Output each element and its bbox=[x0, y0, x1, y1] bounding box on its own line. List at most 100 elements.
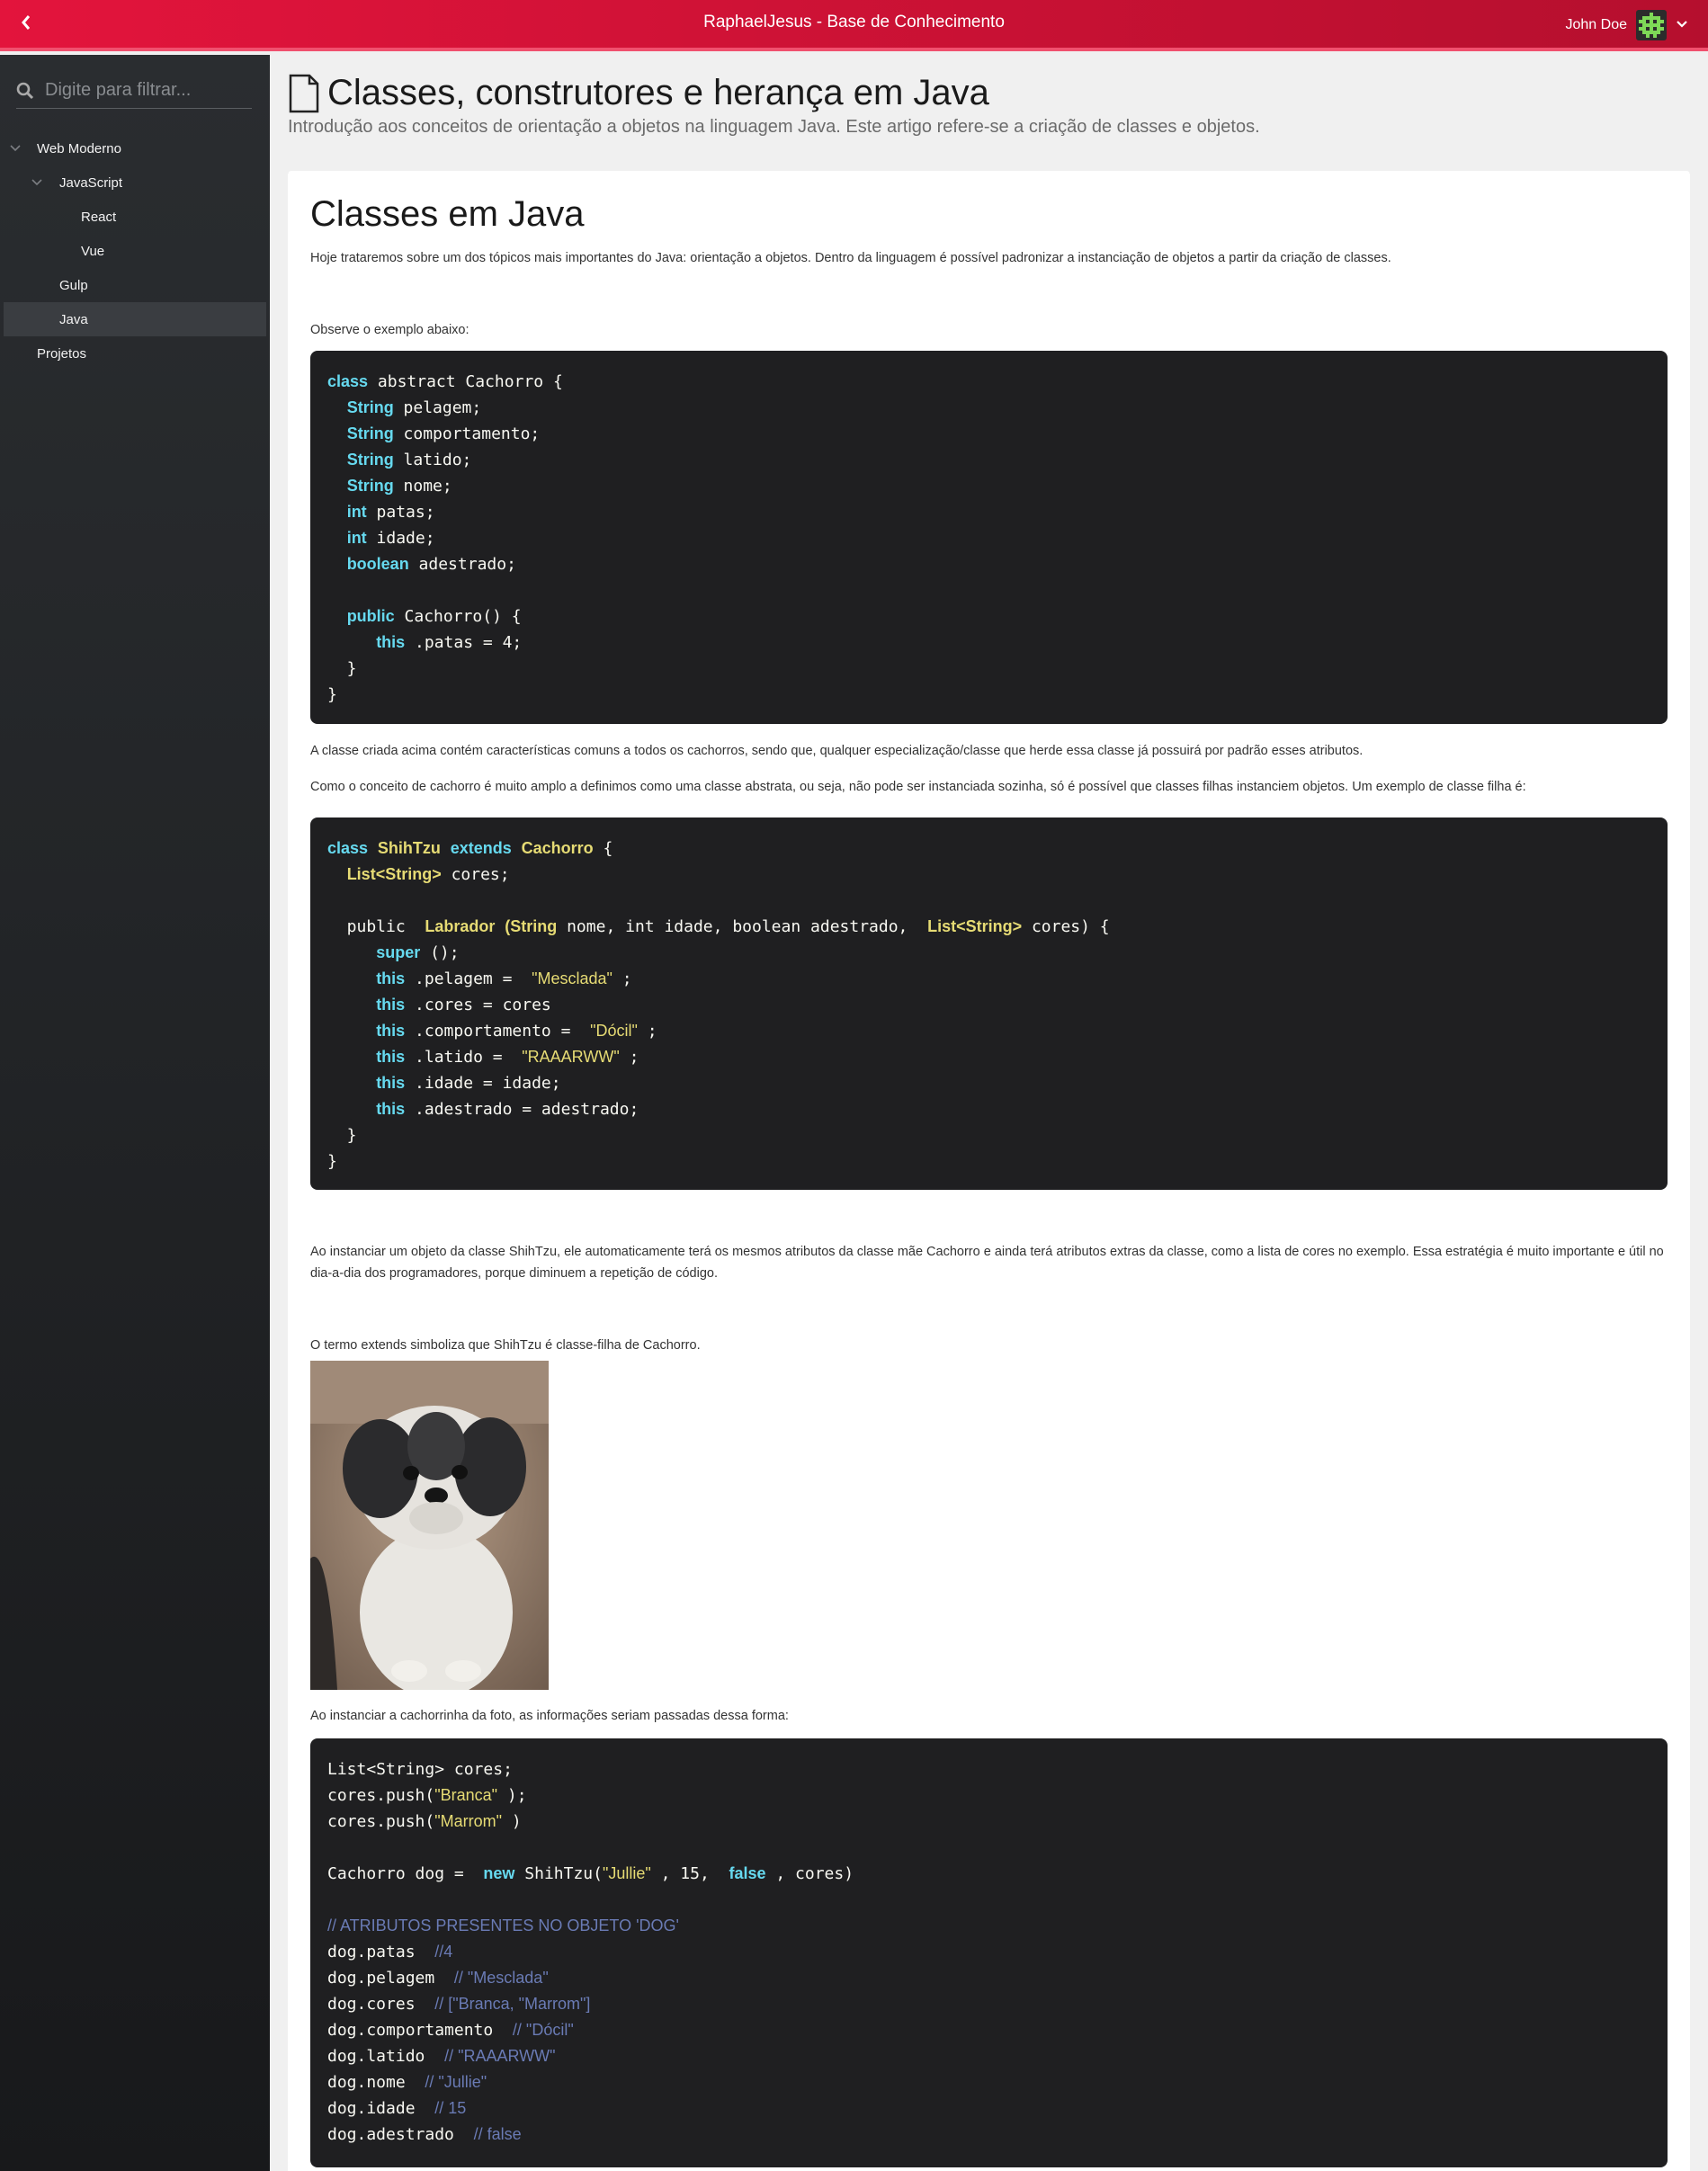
article-card: Classes em Java Hoje trataremos sobre um… bbox=[288, 171, 1690, 2171]
chevron-down-icon[interactable] bbox=[1676, 17, 1688, 33]
code-line: dog.pelagem // "Mesclada" bbox=[327, 1965, 1650, 1991]
code-token: // "Mesclada" bbox=[453, 1969, 549, 1987]
code-line: cores.push("Branca" ); bbox=[327, 1782, 1650, 1809]
sidebar-item-react[interactable]: React bbox=[0, 200, 270, 234]
code-content: class ShihTzu extends Cachorro { List<St… bbox=[327, 835, 1650, 1175]
sidebar-item-java[interactable]: Java bbox=[4, 302, 266, 336]
paragraph: Como o conceito de cachorro é muito ampl… bbox=[310, 780, 1526, 794]
code-token: dog.cores bbox=[327, 1995, 425, 2014]
code-token: dog.patas bbox=[327, 1943, 425, 1961]
code-token: this bbox=[376, 1022, 406, 1040]
code-line: } bbox=[327, 656, 1650, 682]
code-line: class ShihTzu extends Cachorro { bbox=[327, 835, 1650, 862]
code-token: this bbox=[376, 996, 406, 1014]
code-token: false bbox=[729, 1864, 766, 1882]
code-token: // "Dócil" bbox=[512, 2021, 574, 2039]
chevron-down-icon[interactable] bbox=[9, 144, 22, 153]
sidebar-item-javascript[interactable]: JavaScript bbox=[0, 165, 270, 200]
code-token: String bbox=[346, 477, 394, 495]
code-token: class bbox=[327, 372, 369, 390]
code-token: cores; bbox=[451, 865, 510, 884]
code-line: public Labrador (String nome, int idade,… bbox=[327, 914, 1650, 940]
code-token: patas; bbox=[376, 503, 435, 522]
main-content: Classes, construtores e herança em Java … bbox=[270, 55, 1708, 2171]
code-line: String comportamento; bbox=[327, 421, 1650, 447]
avatar bbox=[1636, 10, 1667, 40]
code-token: (String bbox=[505, 917, 558, 935]
code-token: int bbox=[346, 529, 367, 547]
code-token: } bbox=[327, 1126, 357, 1145]
code-token: //4 bbox=[434, 1943, 453, 1961]
sidebar-item-gulp[interactable]: Gulp bbox=[0, 268, 270, 302]
code-token: "RAAARWW" bbox=[522, 1048, 620, 1066]
code-token: nome, int idade, boolean adestrado, bbox=[567, 917, 918, 936]
code-token: dog.pelagem bbox=[327, 1969, 445, 1988]
page-header: Classes, construtores e herança em Java … bbox=[288, 71, 1690, 174]
sidebar-item-label: Web Moderno bbox=[37, 140, 121, 156]
code-token: extends bbox=[450, 839, 512, 857]
user-name: John Doe bbox=[1565, 17, 1628, 32]
sidebar: Web Moderno JavaScript React Vue Gulp Ja… bbox=[0, 55, 270, 2171]
code-line: } bbox=[327, 1122, 1650, 1148]
code-line: Cachorro dog = new ShihTzu("Jullie" , 15… bbox=[327, 1861, 1650, 1887]
code-line: this .latido = "RAAARWW" ; bbox=[327, 1044, 1650, 1070]
app-title: RaphaelJesus - Base de Conhecimento bbox=[703, 13, 1005, 31]
code-token: abstract Cachorro { bbox=[377, 372, 563, 391]
code-line: // ATRIBUTOS PRESENTES NO OBJETO 'DOG' bbox=[327, 1913, 1650, 1939]
code-token: boolean bbox=[346, 555, 409, 573]
code-line: cores.push("Marrom" ) bbox=[327, 1809, 1650, 1835]
code-token: // ATRIBUTOS PRESENTES NO OBJETO 'DOG' bbox=[327, 1916, 679, 1934]
code-token: .cores = cores bbox=[415, 996, 551, 1014]
code-line: dog.idade // 15 bbox=[327, 2095, 1650, 2122]
code-token: this bbox=[376, 1048, 406, 1066]
code-token: public bbox=[327, 917, 416, 936]
code-token: class bbox=[327, 839, 369, 857]
code-line: dog.nome // "Jullie" bbox=[327, 2069, 1650, 2095]
code-token: } bbox=[327, 1152, 337, 1171]
code-token: } bbox=[327, 659, 357, 678]
code-token: "Dócil" bbox=[590, 1022, 638, 1040]
dog-photo bbox=[310, 1361, 549, 1690]
code-token: comportamento; bbox=[403, 424, 541, 443]
code-line: this .comportamento = "Dócil" ; bbox=[327, 1018, 1650, 1044]
sidebar-item-projetos[interactable]: Projetos bbox=[0, 336, 270, 371]
code-token: ); bbox=[506, 1786, 527, 1805]
search-icon bbox=[16, 82, 34, 99]
chevron-down-icon[interactable] bbox=[31, 178, 43, 187]
top-header: RaphaelJesus - Base de Conhecimento John… bbox=[0, 0, 1708, 51]
code-token: Cachorro bbox=[521, 839, 594, 857]
code-block: class ShihTzu extends Cachorro { List<St… bbox=[310, 817, 1668, 1190]
sidebar-item-vue[interactable]: Vue bbox=[0, 234, 270, 268]
code-token: // ["Branca, "Marrom"] bbox=[434, 1995, 591, 2013]
code-token: List<String> bbox=[927, 917, 1023, 935]
code-token: ; bbox=[629, 1048, 639, 1067]
user-menu[interactable]: John Doe bbox=[1565, 10, 1689, 40]
code-line: this .cores = cores bbox=[327, 992, 1650, 1018]
code-line: int idade; bbox=[327, 525, 1650, 551]
filter-search bbox=[16, 73, 252, 109]
code-line: } bbox=[327, 682, 1650, 708]
code-content: class abstract Cachorro { String pelagem… bbox=[327, 369, 1650, 708]
filter-input[interactable] bbox=[45, 80, 243, 101]
paragraph: A classe criada acima contém característ… bbox=[310, 744, 1364, 758]
sidebar-item-web-moderno[interactable]: Web Moderno bbox=[0, 131, 270, 165]
code-token: Labrador bbox=[425, 917, 496, 935]
sidebar-item-label: Java bbox=[59, 311, 88, 327]
code-token: this bbox=[376, 969, 406, 987]
code-line: boolean adestrado; bbox=[327, 551, 1650, 577]
code-token: List<String> cores; bbox=[327, 1760, 513, 1779]
code-line: super (); bbox=[327, 940, 1650, 966]
code-block: List<String> cores; cores.push("Branca" )… bbox=[310, 1738, 1668, 2167]
